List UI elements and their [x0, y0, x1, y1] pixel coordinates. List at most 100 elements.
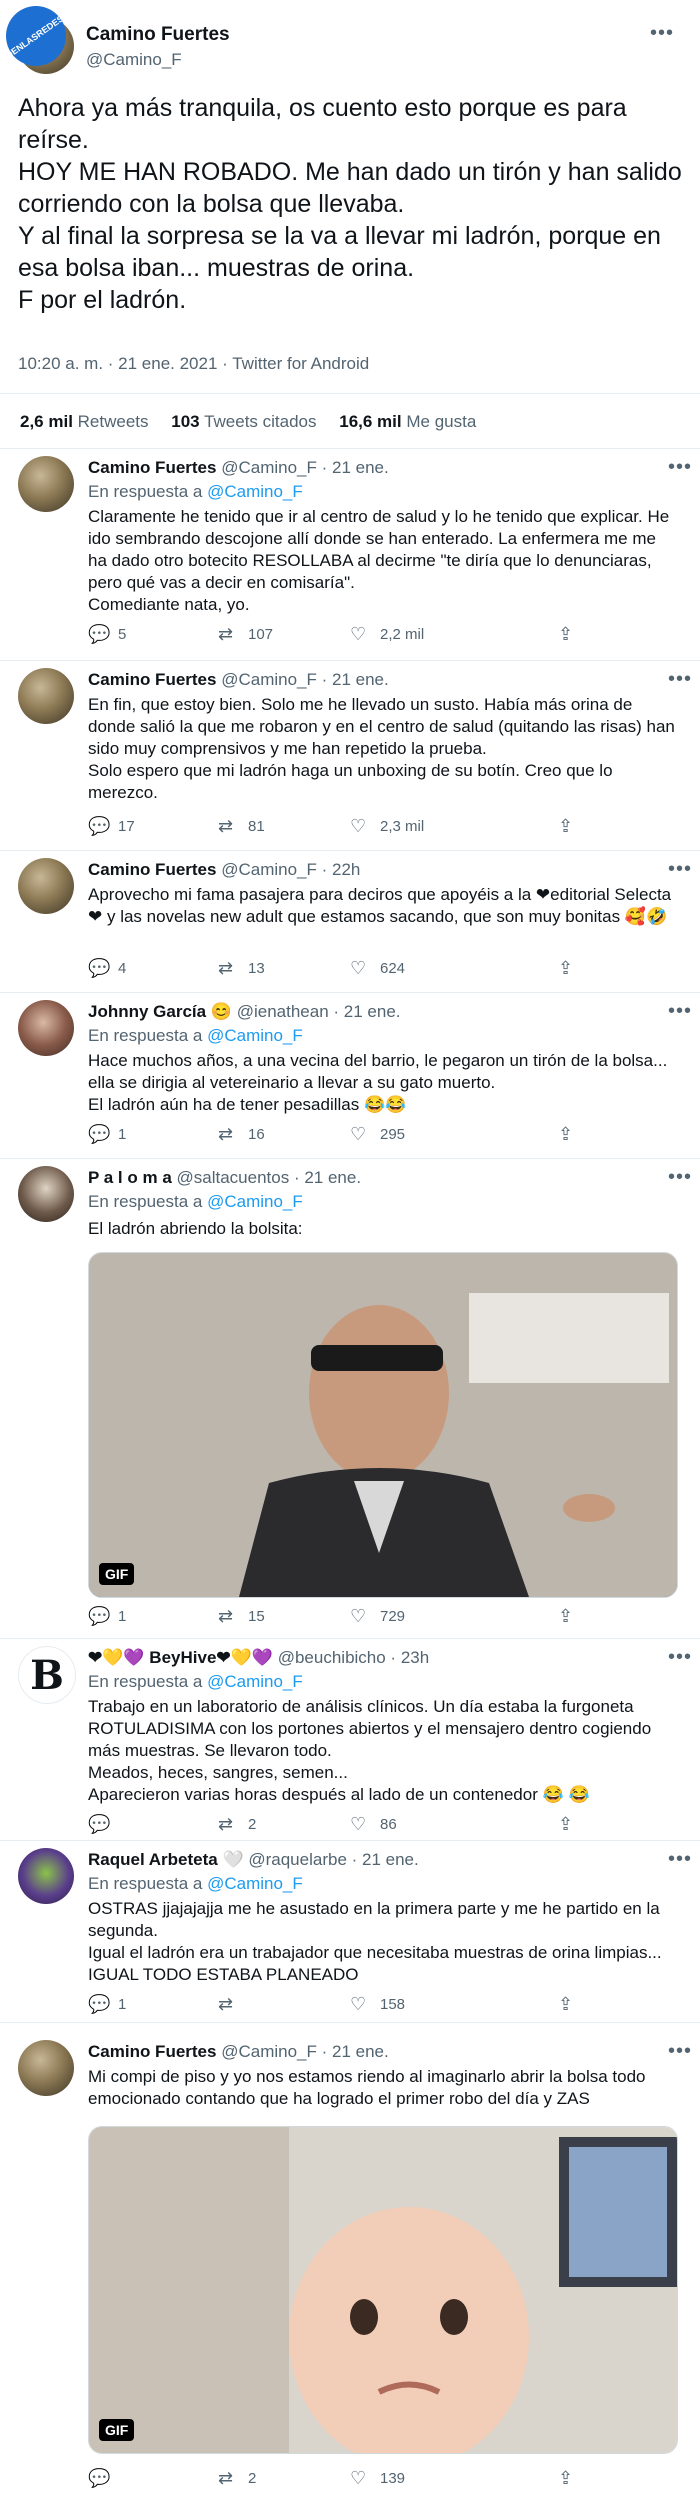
more-icon[interactable]: ••• — [668, 1848, 692, 1871]
tweet-header: Raquel Arbeteta 🤍 @raquelarbe · 21 ene. — [88, 1850, 419, 1869]
reply-icon[interactable]: 💬 — [88, 958, 110, 979]
reply-icon[interactable]: 💬 — [88, 816, 110, 837]
main-tweet-text: Ahora ya más tranquila, os cuento esto p… — [18, 94, 682, 314]
avatar[interactable] — [18, 2040, 74, 2096]
tweet-stats: 2,6 mil Retweets 103 Tweets citados 16,6… — [20, 412, 494, 432]
retweet-icon[interactable]: ⇄ — [218, 624, 233, 645]
tweet-actions: 💬 1 ⇄ 15 ♡ 729 ⇪ — [88, 1606, 574, 1627]
tweet-header: Camino Fuertes @Camino_F · 21 ene. — [88, 670, 389, 689]
share-icon[interactable]: ⇪ — [558, 2468, 573, 2489]
reply-context: En respuesta a @Camino_F — [88, 1192, 303, 1211]
avatar[interactable] — [18, 668, 74, 724]
retweet-icon[interactable]: ⇄ — [218, 1814, 233, 1835]
retweet-icon[interactable]: ⇄ — [218, 816, 233, 837]
reply-tweet[interactable]: Raquel Arbeteta 🤍 @raquelarbe · 21 ene. … — [0, 1848, 700, 2018]
reply-tweet[interactable]: Camino Fuertes @Camino_F · 21 ene. ••• E… — [0, 668, 700, 848]
avatar[interactable]: B — [18, 1646, 76, 1704]
more-icon[interactable]: ••• — [668, 1000, 692, 1023]
reply-tweet[interactable]: Camino Fuertes @Camino_F · 22h ••• Aprov… — [0, 858, 700, 988]
divider — [0, 660, 700, 661]
tweet-actions: 💬 ⇄ 2 ♡ 139 ⇪ — [88, 2468, 574, 2489]
more-icon[interactable]: ••• — [650, 22, 674, 45]
retweet-icon[interactable]: ⇄ — [218, 2468, 233, 2489]
reply-context: En respuesta a @Camino_F — [88, 482, 303, 501]
avatar[interactable] — [18, 1000, 74, 1056]
tweet-text: En fin, que estoy bien. Solo me he lleva… — [88, 695, 675, 802]
heart-icon[interactable]: ♡ — [350, 1124, 366, 1145]
retweet-icon[interactable]: ⇄ — [218, 1994, 233, 2015]
more-icon[interactable]: ••• — [668, 1166, 692, 1189]
tweet-header: Johnny García 😊 @ienathean · 21 ene. — [88, 1002, 401, 1021]
share-icon[interactable]: ⇪ — [558, 1994, 573, 2015]
tweet-text: OSTRAS jjajajajja me he asustado en la p… — [88, 1899, 662, 1984]
reply-icon[interactable]: 💬 — [88, 1994, 110, 2015]
gif-preview — [89, 2127, 677, 2453]
divider — [0, 448, 700, 449]
likes-stat[interactable]: 16,6 mil Me gusta — [339, 412, 476, 431]
tweet-text: Trabajo en un laboratorio de análisis cl… — [88, 1697, 652, 1804]
tweet-actions: 💬 5 ⇄ 107 ♡ 2,2 mil ⇪ — [88, 624, 574, 645]
heart-icon[interactable]: ♡ — [350, 1994, 366, 2015]
tweet-text: Mi compi de piso y yo nos estamos riendo… — [88, 2067, 646, 2108]
tweet-text: Aprovecho mi fama pasajera para deciros … — [88, 885, 672, 926]
retweet-icon[interactable]: ⇄ — [218, 958, 233, 979]
reply-tweet[interactable]: Johnny García 😊 @ienathean · 21 ene. •••… — [0, 1000, 700, 1150]
tweet-actions: 💬 4 ⇄ 13 ♡ 624 ⇪ — [88, 958, 574, 979]
divider — [0, 1158, 700, 1159]
main-tweet-header: Camino Fuertes @Camino_F ••• — [18, 18, 682, 78]
tweet-text: Hace muchos años, a una vecina del barri… — [88, 1051, 668, 1114]
retweet-icon[interactable]: ⇄ — [218, 1124, 233, 1145]
author-name[interactable]: Camino Fuertes — [86, 24, 230, 46]
tweet-timestamp[interactable]: 10:20 a. m. · 21 ene. 2021 · Twitter for… — [18, 354, 369, 374]
more-icon[interactable]: ••• — [668, 2040, 692, 2063]
heart-icon[interactable]: ♡ — [350, 958, 366, 979]
tweet-header: ❤💛💜 BeyHive❤💛💜 @beuchibicho · 23h — [88, 1648, 430, 1667]
reply-tweet[interactable]: Camino Fuertes @Camino_F · 21 ene. ••• E… — [0, 456, 700, 656]
reply-context: En respuesta a @Camino_F — [88, 1874, 303, 1893]
reply-tweet[interactable]: P a l o m a @saltacuentos · 21 ene. ••• … — [0, 1166, 700, 1636]
heart-icon[interactable]: ♡ — [350, 1606, 366, 1627]
retweet-icon[interactable]: ⇄ — [218, 1606, 233, 1627]
gif-media[interactable]: GIF — [88, 2126, 678, 2454]
tweet-text: Claramente he tenido que ir al centro de… — [88, 507, 670, 614]
avatar[interactable] — [18, 1848, 74, 1904]
heart-icon[interactable]: ♡ — [350, 2468, 366, 2489]
reply-icon[interactable]: 💬 — [88, 624, 110, 645]
avatar[interactable] — [18, 858, 74, 914]
reply-tweet[interactable]: Camino Fuertes @Camino_F · 21 ene. ••• M… — [0, 2040, 700, 2500]
reply-icon[interactable]: 💬 — [88, 1606, 110, 1627]
quotes-stat[interactable]: 103 Tweets citados — [171, 412, 316, 431]
retweets-stat[interactable]: 2,6 mil Retweets — [20, 412, 149, 431]
divider — [0, 850, 700, 851]
share-icon[interactable]: ⇪ — [558, 816, 573, 837]
more-icon[interactable]: ••• — [668, 858, 692, 881]
heart-icon[interactable]: ♡ — [350, 816, 366, 837]
heart-icon[interactable]: ♡ — [350, 1814, 366, 1835]
author-handle[interactable]: @Camino_F — [86, 50, 182, 70]
reply-tweet[interactable]: B ❤💛💜 BeyHive❤💛💜 @beuchibicho · 23h ••• … — [0, 1646, 700, 1836]
tweet-actions: 💬 1 ⇄ ♡ 158 ⇪ — [88, 1994, 574, 2015]
more-icon[interactable]: ••• — [668, 668, 692, 691]
tweet-header: P a l o m a @saltacuentos · 21 ene. — [88, 1168, 362, 1187]
divider — [0, 1840, 700, 1841]
tweet-actions: 💬 17 ⇄ 81 ♡ 2,3 mil ⇪ — [88, 816, 574, 837]
reply-context: En respuesta a @Camino_F — [88, 1672, 303, 1691]
reply-icon[interactable]: 💬 — [88, 2468, 110, 2489]
reply-context: En respuesta a @Camino_F — [88, 1026, 303, 1045]
share-icon[interactable]: ⇪ — [558, 624, 573, 645]
divider — [0, 992, 700, 993]
reply-icon[interactable]: 💬 — [88, 1814, 110, 1835]
share-icon[interactable]: ⇪ — [558, 1606, 573, 1627]
more-icon[interactable]: ••• — [668, 456, 692, 479]
reply-icon[interactable]: 💬 — [88, 1124, 110, 1145]
share-icon[interactable]: ⇪ — [558, 958, 573, 979]
heart-icon[interactable]: ♡ — [350, 624, 366, 645]
divider — [0, 2022, 700, 2023]
tweet-actions: 💬 1 ⇄ 16 ♡ 295 ⇪ — [88, 1124, 574, 1145]
avatar[interactable] — [18, 456, 74, 512]
share-icon[interactable]: ⇪ — [558, 1814, 573, 1835]
more-icon[interactable]: ••• — [668, 1646, 692, 1669]
share-icon[interactable]: ⇪ — [558, 1124, 573, 1145]
gif-media[interactable]: GIF — [88, 1252, 678, 1598]
avatar[interactable] — [18, 1166, 74, 1222]
